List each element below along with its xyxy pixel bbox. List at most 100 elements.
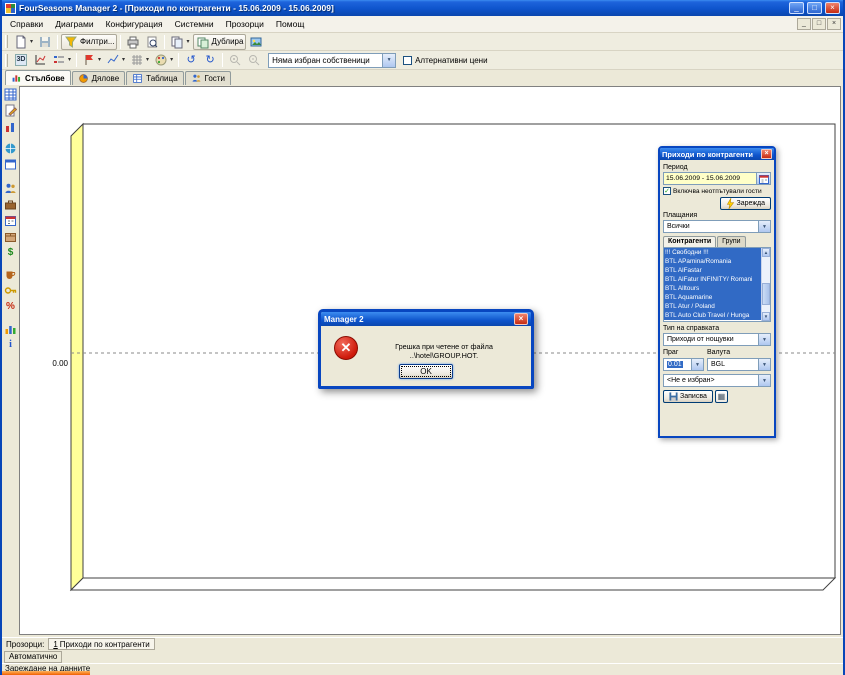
cup-icon[interactable] bbox=[4, 268, 17, 281]
mini-chart-icon[interactable] bbox=[4, 120, 17, 133]
marks-button[interactable]: ▾ bbox=[80, 52, 103, 68]
scroll-down-icon[interactable]: ▼ bbox=[762, 312, 770, 321]
tab-shares[interactable]: Дялове bbox=[72, 71, 126, 85]
grid-button[interactable]: ▾ bbox=[128, 52, 151, 68]
briefcase-icon[interactable] bbox=[4, 198, 17, 211]
3d-toggle-button[interactable]: 3D bbox=[12, 52, 30, 68]
list-item[interactable]: BTL Auto Club Travel / Hunga bbox=[664, 311, 761, 320]
threshold-input[interactable]: 0.01 ▼ bbox=[663, 358, 704, 371]
alternative-prices-checkbox[interactable]: Алтернативни цени bbox=[403, 56, 488, 65]
mdi-close-button[interactable]: × bbox=[827, 18, 841, 30]
info-icon[interactable]: i bbox=[4, 338, 17, 351]
save-selection-button[interactable]: Записва bbox=[663, 390, 713, 403]
tab-table[interactable]: Таблица bbox=[126, 71, 183, 85]
legend-button[interactable]: ▾ bbox=[50, 52, 73, 68]
list-item[interactable]: !!! Свободни !!! bbox=[664, 248, 761, 257]
percent-icon[interactable]: % bbox=[4, 300, 17, 313]
axes-icon bbox=[33, 53, 47, 67]
print-button[interactable] bbox=[124, 34, 142, 50]
panel-close-button[interactable]: × bbox=[761, 149, 772, 159]
automatic-button[interactable]: Автоматично bbox=[4, 651, 62, 663]
period-input[interactable]: 15.06.2009 - 15.06.2009 bbox=[663, 172, 757, 185]
menu-windows[interactable]: Прозорци bbox=[220, 18, 270, 30]
list-scrollbar[interactable]: ▲ ▼ bbox=[761, 248, 770, 321]
guests-icon[interactable] bbox=[4, 182, 17, 195]
selection-options-button[interactable]: ▦ bbox=[715, 390, 728, 403]
filters-button[interactable]: Филтри... bbox=[61, 34, 117, 50]
list-item[interactable]: BTL APamina/Romania bbox=[664, 257, 761, 266]
window-tab-number: 1 bbox=[53, 640, 57, 649]
colors-button[interactable]: ▾ bbox=[152, 52, 175, 68]
table-icon bbox=[132, 73, 143, 84]
report-type-select[interactable]: Приходи от нощувки ▼ bbox=[663, 333, 771, 346]
counterparties-list: !!! Свободни !!! BTL APamina/Romania BTL… bbox=[663, 247, 771, 322]
mdi-minimize-button[interactable]: _ bbox=[797, 18, 811, 30]
copy-button[interactable]: ▾ bbox=[168, 34, 191, 50]
duplicate-button[interactable]: Дублира bbox=[193, 34, 247, 50]
menu-system[interactable]: Системни bbox=[169, 18, 220, 30]
currency-select[interactable]: BGL ▼ bbox=[707, 358, 771, 371]
toolbar-grip[interactable] bbox=[5, 54, 8, 67]
save-button[interactable] bbox=[36, 34, 54, 50]
chevron-down-icon: ▼ bbox=[758, 375, 770, 386]
menu-help[interactable]: Помощ bbox=[270, 18, 310, 30]
panel-title-bar[interactable]: Приходи по контрагенти × bbox=[660, 148, 774, 160]
tab-counterparties[interactable]: Контрагенти bbox=[663, 236, 716, 247]
include-guests-checkbox[interactable]: ✓ Включва неотпътували гости bbox=[663, 187, 771, 195]
ok-button[interactable]: OK bbox=[399, 364, 453, 379]
separator bbox=[178, 53, 179, 67]
close-button[interactable]: × bbox=[825, 2, 840, 14]
application-window: FourSeasons Manager 2 - [Приходи по конт… bbox=[0, 0, 845, 675]
window-tab[interactable]: 1 Приходи по контрагенти bbox=[48, 638, 154, 650]
payments-select[interactable]: Всички ▼ bbox=[663, 220, 771, 233]
axes-button[interactable] bbox=[31, 52, 49, 68]
tab-groups[interactable]: Групи bbox=[717, 236, 745, 247]
minimize-button[interactable]: _ bbox=[789, 2, 804, 14]
title-bar: FourSeasons Manager 2 - [Приходи по конт… bbox=[2, 0, 843, 16]
restore-button[interactable]: □ bbox=[807, 2, 822, 14]
scroll-up-icon[interactable]: ▲ bbox=[762, 248, 770, 257]
list-item[interactable]: BTL Aquamarine bbox=[664, 293, 761, 302]
new-report-button[interactable]: ▾ bbox=[12, 34, 35, 50]
dollar-icon[interactable]: $ bbox=[4, 246, 17, 259]
tab-columns[interactable]: Стълбове bbox=[5, 70, 71, 85]
table-view-icon[interactable] bbox=[4, 88, 17, 101]
menu-reports[interactable]: Справки bbox=[4, 18, 49, 30]
key-icon[interactable] bbox=[4, 284, 17, 297]
window-icon[interactable] bbox=[4, 158, 17, 171]
print-preview-button[interactable] bbox=[143, 34, 161, 50]
menu-diagrams[interactable]: Диаграми bbox=[49, 18, 99, 30]
separator bbox=[164, 35, 165, 49]
dialog-close-button[interactable]: × bbox=[514, 313, 528, 325]
rotate-ccw-button[interactable]: ↺ bbox=[182, 52, 200, 68]
series-style-button[interactable]: ▾ bbox=[104, 52, 127, 68]
rotate-cw-button[interactable]: ↻ bbox=[201, 52, 219, 68]
list-item[interactable]: BTL Atur / Poland bbox=[664, 302, 761, 311]
edit-document-icon[interactable] bbox=[4, 104, 17, 117]
toolbar-grip[interactable] bbox=[5, 35, 8, 48]
separator bbox=[120, 35, 121, 49]
menu-configuration[interactable]: Конфигурация bbox=[100, 18, 169, 30]
tab-guests[interactable]: Гости bbox=[185, 71, 231, 85]
list-item[interactable]: BTL Alltours bbox=[664, 284, 761, 293]
zoom-in-icon bbox=[228, 53, 242, 67]
owner-select[interactable]: Няма избран собственици ▼ bbox=[268, 53, 396, 68]
zoom-in-button[interactable] bbox=[226, 52, 244, 68]
pie-chart-icon bbox=[78, 73, 89, 84]
separator bbox=[222, 53, 223, 67]
globe-icon[interactable] bbox=[4, 142, 17, 155]
stats-icon[interactable] bbox=[4, 322, 17, 335]
package-icon[interactable] bbox=[4, 230, 17, 243]
scrollbar-thumb[interactable] bbox=[762, 283, 770, 305]
saved-selection-select[interactable]: <Не е избран> ▼ bbox=[663, 374, 771, 387]
mdi-restore-button[interactable]: □ bbox=[812, 18, 826, 30]
zoom-out-button[interactable] bbox=[245, 52, 263, 68]
load-button[interactable]: Зарежда bbox=[720, 197, 772, 210]
export-image-button[interactable] bbox=[247, 34, 265, 50]
calendar-button[interactable] bbox=[757, 172, 771, 185]
list-item[interactable]: BTL AlFastar bbox=[664, 266, 761, 275]
list-item[interactable]: BTL AlFatur INFINITY/ Romani bbox=[664, 275, 761, 284]
calendar-icon[interactable] bbox=[4, 214, 17, 227]
dialog-title-bar[interactable]: Manager 2 × bbox=[321, 312, 531, 326]
view-tab-bar: Стълбове Дялове Таблица Гости bbox=[2, 70, 843, 85]
